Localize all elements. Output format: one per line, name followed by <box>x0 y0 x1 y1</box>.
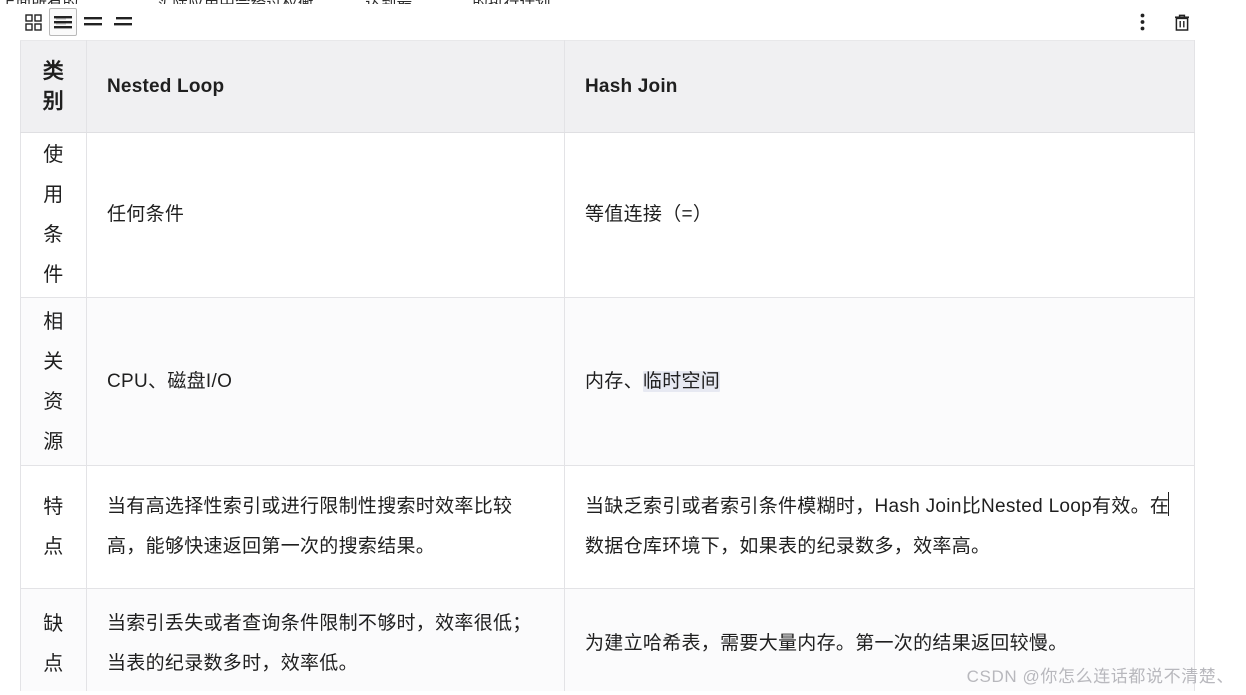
table-toolbar <box>0 4 1246 40</box>
cell-characteristics-nested-loop[interactable]: 当有高选择性索引或进行限制性搜索时效率比较高，能够快速返回第一次的搜索结果。 <box>86 465 565 589</box>
page-root: 上面所有的实际应用中会经过权衡，达到最的执行计划。 <box>0 0 1246 695</box>
delete-table-button[interactable] <box>1168 8 1196 36</box>
more-options-button[interactable] <box>1128 8 1156 36</box>
cell-resource-hash-join-text: 内存、 <box>585 370 643 392</box>
header-category-char-1: 类 <box>42 59 65 83</box>
cell-characteristics-hash-join-part1: 当缺乏索引或者索引条件模糊时，Hash Join比Nested Loop有效。在 <box>585 496 1170 517</box>
header-cell-hash-join: Hash Join <box>564 40 1195 133</box>
cell-characteristics-hash-join-part2: 数据仓库环境下，如果表的纪录数多，效率高。 <box>585 536 991 557</box>
row-category-characteristics[interactable]: 特 点 <box>20 465 87 589</box>
align-right-button[interactable] <box>109 8 137 36</box>
header-category-char-2: 别 <box>42 89 65 113</box>
toolbar-left-group <box>19 8 137 36</box>
comparison-table-wrapper: 类 别 Nested Loop Hash Join 使 用 条 件 任何条件 等… <box>20 40 1195 695</box>
table-body: 使 用 条 件 任何条件 等值连接（=） 相 关 资 源 CPU、磁盘I/O 内… <box>20 132 1195 695</box>
page-bottom-edge <box>0 691 1246 695</box>
table-row: 特 点 当有高选择性索引或进行限制性搜索时效率比较高，能够快速返回第一次的搜索结… <box>20 465 1195 589</box>
row-category-related-resource[interactable]: 相 关 资 源 <box>20 297 87 466</box>
table-head: 类 别 Nested Loop Hash Join <box>20 40 1195 133</box>
align-left-button[interactable] <box>49 8 77 36</box>
align-center-icon <box>83 14 103 30</box>
cell-resource-hash-join-selection: 临时空间 <box>642 370 721 392</box>
header-cell-nested-loop: Nested Loop <box>86 40 565 133</box>
toolbar-right-group <box>1128 8 1196 36</box>
more-vertical-icon <box>1140 13 1145 31</box>
table-header-row: 类 别 Nested Loop Hash Join <box>20 40 1195 133</box>
csdn-watermark: CSDN @你怎么连话都说不清楚、 <box>966 667 1234 686</box>
text-caret <box>1168 492 1170 516</box>
header-cell-category: 类 别 <box>20 40 87 133</box>
row-category-disadvantages[interactable]: 缺 点 <box>20 588 87 695</box>
trash-icon <box>1173 13 1191 32</box>
table-row: 相 关 资 源 CPU、磁盘I/O 内存、临时空间 <box>20 297 1195 466</box>
comparison-table: 类 别 Nested Loop Hash Join 使 用 条 件 任何条件 等… <box>20 40 1195 695</box>
table-row: 使 用 条 件 任何条件 等值连接（=） <box>20 132 1195 298</box>
grid-icon <box>24 13 42 31</box>
align-center-button[interactable] <box>79 8 107 36</box>
cell-usage-nested-loop[interactable]: 任何条件 <box>86 132 565 298</box>
cell-usage-hash-join[interactable]: 等值连接（=） <box>564 132 1195 298</box>
cell-characteristics-hash-join[interactable]: 当缺乏索引或者索引条件模糊时，Hash Join比Nested Loop有效。在… <box>564 465 1195 589</box>
align-right-icon <box>113 14 133 30</box>
row-category-usage-condition[interactable]: 使 用 条 件 <box>20 132 87 298</box>
cell-resource-nested-loop[interactable]: CPU、磁盘I/O <box>86 297 565 466</box>
grid-view-button[interactable] <box>19 8 47 36</box>
align-left-icon <box>53 14 73 30</box>
cell-disadvantages-nested-loop[interactable]: 当索引丢失或者查询条件限制不够时，效率很低；当表的纪录数多时，效率低。 <box>86 588 565 695</box>
cell-resource-hash-join[interactable]: 内存、临时空间 <box>564 297 1195 466</box>
